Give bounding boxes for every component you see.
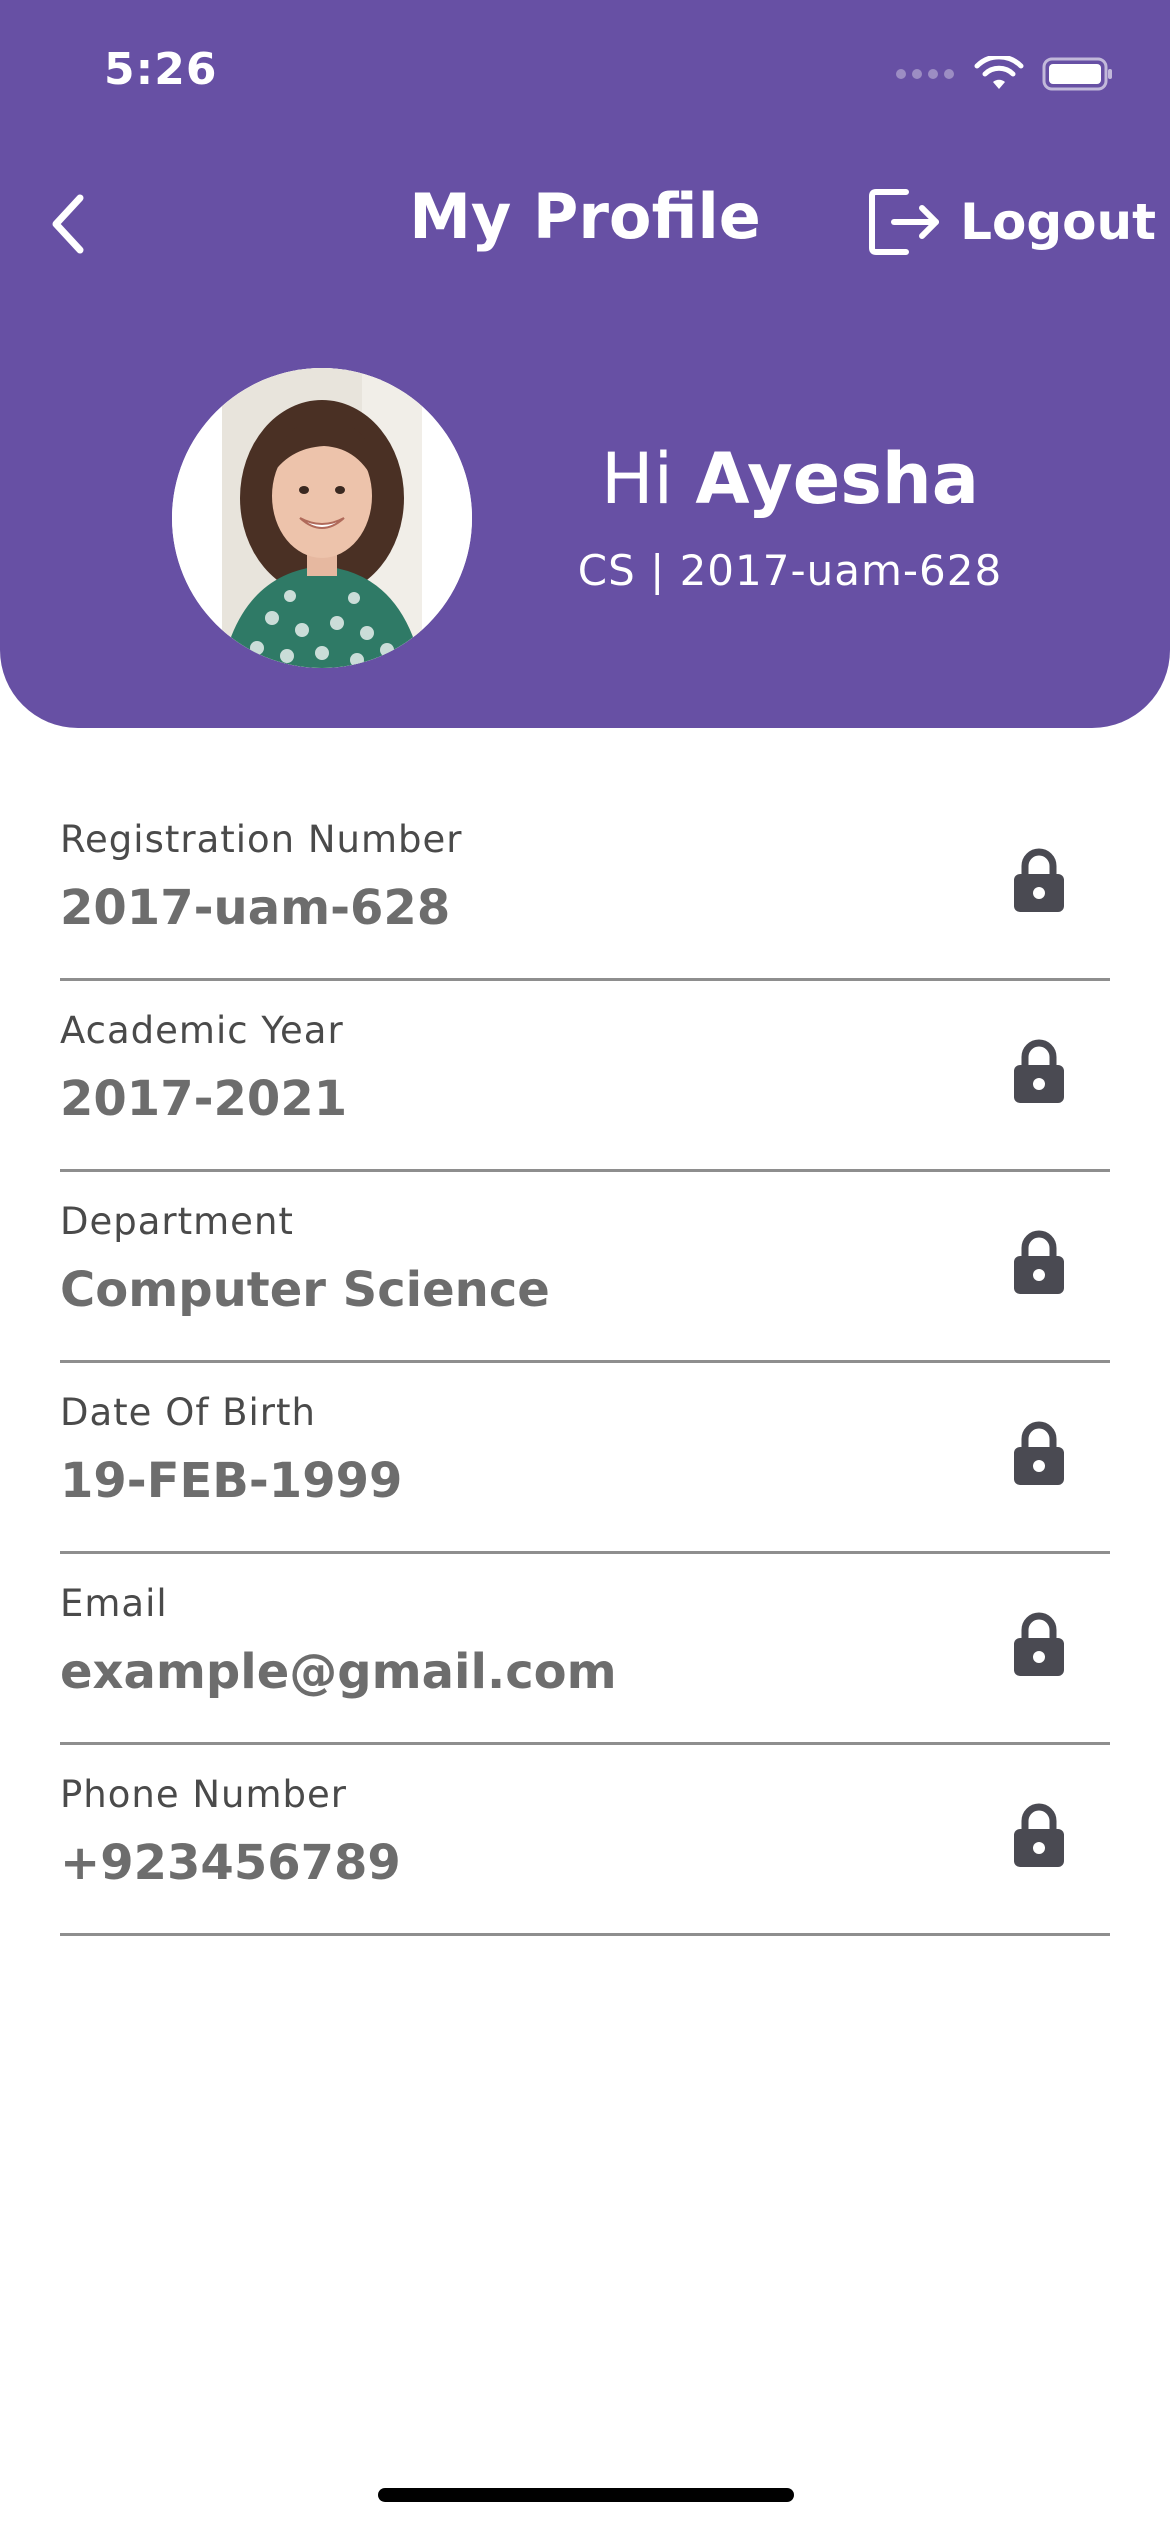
- logout-button[interactable]: Logout: [866, 186, 1156, 258]
- cellular-signal-icon: [896, 69, 954, 79]
- field-label: Email: [60, 1582, 168, 1625]
- battery-icon: [1042, 57, 1112, 91]
- lock-icon: [1014, 1612, 1064, 1676]
- field-label: Academic Year: [60, 1009, 344, 1052]
- wifi-icon: [974, 56, 1024, 89]
- chevron-left-icon: [52, 194, 84, 254]
- greeting-prefix: Hi: [601, 438, 674, 520]
- field-value: example@gmail.com: [60, 1644, 617, 1700]
- field-department: Department Computer Science: [60, 1172, 1110, 1363]
- field-label: Date Of Birth: [60, 1391, 316, 1434]
- user-name: Ayesha: [695, 438, 979, 520]
- greeting: Hi Ayesha: [590, 438, 990, 520]
- profile-field-list: Registration Number 2017-uam-628 Academi…: [60, 790, 1110, 1936]
- field-date-of-birth: Date Of Birth 19-FEB-1999: [60, 1363, 1110, 1554]
- user-subtitle: CS | 2017-uam-628: [577, 546, 1003, 595]
- avatar: [172, 368, 472, 668]
- field-label: Registration Number: [60, 818, 463, 861]
- field-academic-year: Academic Year 2017-2021: [60, 981, 1110, 1172]
- lock-icon: [1014, 1421, 1064, 1485]
- field-label: Department: [60, 1200, 294, 1243]
- field-value: 19-FEB-1999: [60, 1453, 403, 1509]
- status-indicators: [896, 52, 1114, 96]
- status-time: 5:26: [104, 44, 218, 95]
- lock-icon: [1014, 848, 1064, 912]
- field-phone-number: Phone Number +923456789: [60, 1745, 1110, 1936]
- logout-label: Logout: [960, 193, 1156, 251]
- lock-icon: [1014, 1230, 1064, 1294]
- home-indicator[interactable]: [378, 2488, 794, 2502]
- field-value: 2017-uam-628: [60, 880, 451, 936]
- back-button[interactable]: [40, 188, 96, 260]
- lock-icon: [1014, 1803, 1064, 1867]
- field-label: Phone Number: [60, 1773, 348, 1816]
- field-value: 2017-2021: [60, 1071, 348, 1127]
- field-registration-number: Registration Number 2017-uam-628: [60, 790, 1110, 981]
- logout-icon: [869, 189, 940, 255]
- field-email: Email example@gmail.com: [60, 1554, 1110, 1745]
- profile-header: 5:26 My Profile Logout Hi Ayesha CS | 20…: [0, 0, 1170, 728]
- lock-icon: [1014, 1039, 1064, 1103]
- profile-photo: [172, 368, 472, 668]
- field-value: +923456789: [60, 1835, 401, 1891]
- field-value: Computer Science: [60, 1262, 550, 1318]
